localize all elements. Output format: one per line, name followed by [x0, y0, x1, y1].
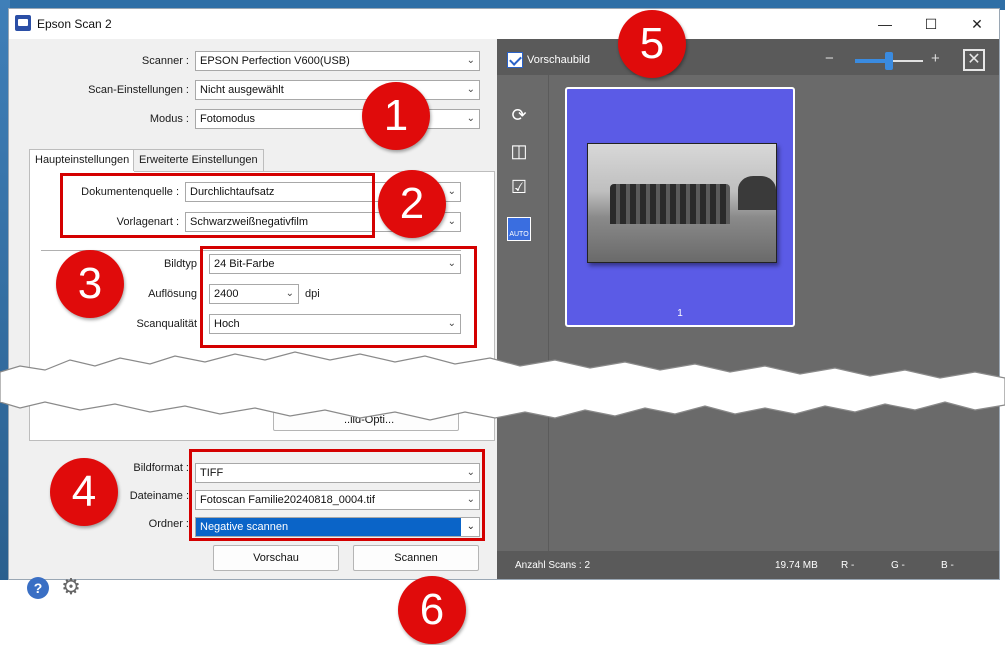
folder-select[interactable]: Negative scannen ⌄	[195, 517, 480, 537]
resolution-value: 2400	[214, 288, 239, 300]
resolution-unit: dpi	[305, 288, 320, 300]
auto-exposure-icon[interactable]: AUTO	[507, 217, 531, 241]
badge-4: 4	[50, 458, 118, 526]
chevron-down-icon: ⌄	[466, 467, 475, 478]
epson-scan-window: Epson Scan 2 — ☐ ✕ Scanner : EPSON Perfe…	[8, 8, 1000, 599]
thumbnail-number: 1	[677, 308, 683, 319]
image-type-value: 24 Bit-Farbe	[214, 258, 275, 270]
quality-label: Scanqualität	[136, 318, 197, 330]
close-preview-button[interactable]: ✕	[963, 49, 985, 71]
chevron-down-icon: ⌄	[447, 186, 456, 197]
chevron-down-icon: ⌄	[466, 521, 475, 532]
preview-toolbar: Vorschaubild − + ✕	[497, 39, 999, 75]
scanner-value: EPSON Perfection V600(USB)	[200, 55, 350, 67]
green-value: G -	[891, 560, 905, 571]
badge-1: 1	[362, 82, 430, 150]
zoom-in-icon[interactable]: +	[931, 50, 940, 67]
folder-value: Negative scannen	[200, 521, 289, 533]
chevron-down-icon: ⌄	[285, 288, 294, 299]
select-all-icon[interactable]: ☑	[507, 175, 531, 199]
close-window-button[interactable]: ✕	[955, 11, 999, 37]
chevron-down-icon: ⌄	[447, 216, 456, 227]
quality-value: Hoch	[214, 318, 240, 330]
badge-6: 6	[398, 576, 466, 644]
thumbnail-checkbox[interactable]	[507, 52, 523, 68]
app-icon	[15, 15, 31, 31]
chevron-down-icon: ⌄	[447, 318, 456, 329]
status-bar: Anzahl Scans : 2 19.74 MB R - G - B -	[497, 551, 999, 579]
scan-button[interactable]: Scannen	[353, 545, 479, 571]
preview-panel: Vorschaubild − + ✕ ⟳ ◫ ☑ AUTO 1 Anzahl S…	[497, 39, 999, 579]
divider	[41, 250, 461, 251]
chevron-down-icon: ⌄	[466, 84, 475, 95]
template-value: Schwarzweißnegativfilm	[190, 216, 308, 228]
scan-count: Anzahl Scans : 2	[515, 560, 591, 571]
mode-label: Modus :	[149, 113, 189, 125]
mode-select[interactable]: Fotomodus ⌄	[195, 109, 480, 129]
minimize-button[interactable]: —	[863, 11, 907, 37]
photo-trees	[738, 176, 776, 210]
scanned-photo	[587, 143, 777, 263]
preview-thumbnail[interactable]: 1	[565, 87, 795, 327]
zoom-out-icon[interactable]: −	[825, 50, 834, 67]
scan-settings-value: Nicht ausgewählt	[200, 84, 284, 96]
help-icon[interactable]: ?	[27, 577, 49, 599]
badge-3: 3	[56, 250, 124, 318]
filename-select[interactable]: Fotoscan Familie20240818_0004.tif ⌄	[195, 490, 480, 510]
maximize-button[interactable]: ☐	[909, 11, 953, 37]
doc-source-value: Durchlichtaufsatz	[190, 186, 275, 198]
mode-value: Fotomodus	[200, 113, 256, 125]
red-value: R -	[841, 560, 855, 571]
gear-icon[interactable]: ⚙	[59, 575, 83, 599]
rotate-icon[interactable]: ⟳	[507, 103, 531, 127]
quality-select[interactable]: Hoch ⌄	[209, 314, 461, 334]
tab-advanced-settings[interactable]: Erweiterte Einstellungen	[133, 149, 264, 171]
blue-value: B -	[941, 560, 954, 571]
doc-source-label: Dokumentenquelle :	[81, 186, 179, 198]
mirror-icon[interactable]: ◫	[507, 139, 531, 163]
tab-main-settings[interactable]: Haupteinstellungen	[29, 149, 136, 172]
chevron-down-icon: ⌄	[466, 494, 475, 505]
scanner-select[interactable]: EPSON Perfection V600(USB) ⌄	[195, 51, 480, 71]
window-title: Epson Scan 2	[37, 17, 112, 31]
badge-5: 5	[618, 10, 686, 78]
chevron-down-icon: ⌄	[447, 258, 456, 269]
preview-tool-column: ⟳ ◫ ☑ AUTO	[497, 75, 549, 551]
scanner-label: Scanner :	[141, 55, 189, 67]
preview-button[interactable]: Vorschau	[213, 545, 339, 571]
photo-group-figures	[610, 184, 730, 224]
template-label: Vorlagenart :	[116, 216, 179, 228]
thumbnail-checkbox-label: Vorschaubild	[527, 54, 590, 66]
zoom-slider-fill	[855, 59, 887, 63]
scan-settings-select[interactable]: Nicht ausgewählt ⌄	[195, 80, 480, 100]
format-select[interactable]: TIFF ⌄	[195, 463, 480, 483]
resolution-select[interactable]: 2400 ⌄	[209, 284, 299, 304]
image-options-button[interactable]: ..ild-Opti...	[273, 409, 459, 431]
badge-2: 2	[378, 170, 446, 238]
format-value: TIFF	[200, 467, 224, 479]
chevron-down-icon: ⌄	[466, 113, 475, 124]
scan-settings-label: Scan-Einstellungen :	[88, 84, 189, 96]
file-size: 19.74 MB	[775, 560, 818, 571]
filename-value: Fotoscan Familie20240818_0004.tif	[200, 494, 375, 506]
title-bar: Epson Scan 2 — ☐ ✕	[9, 9, 999, 39]
image-type-select[interactable]: 24 Bit-Farbe ⌄	[209, 254, 461, 274]
chevron-down-icon: ⌄	[466, 55, 475, 66]
zoom-slider-thumb[interactable]	[885, 52, 893, 70]
